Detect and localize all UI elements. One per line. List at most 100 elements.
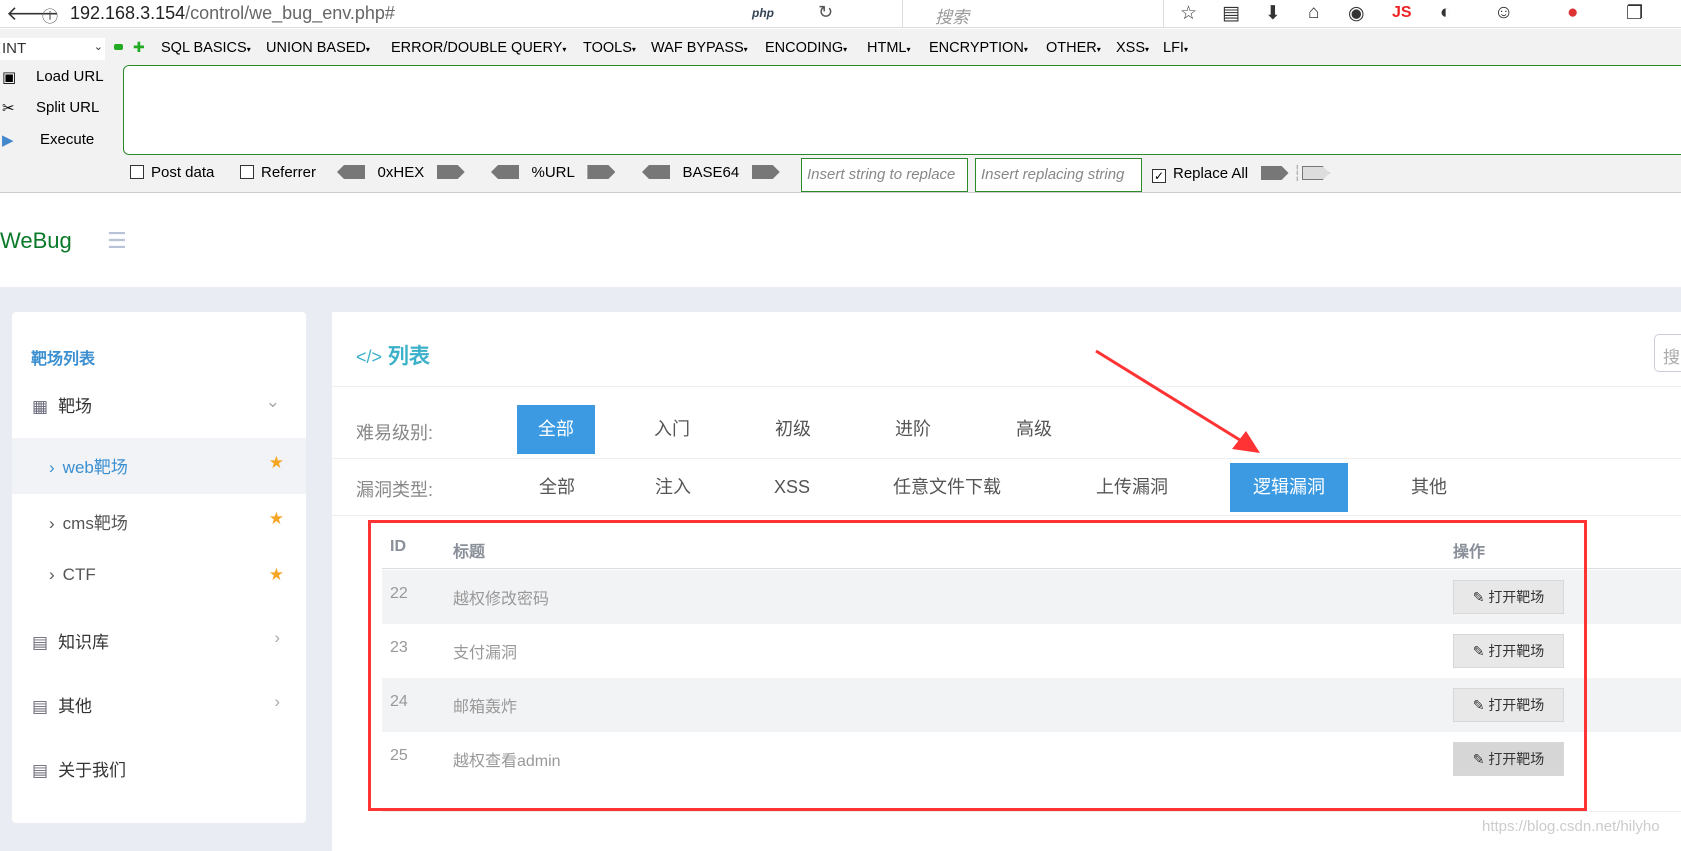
referrer-checkbox[interactable]: Referrer	[240, 164, 316, 181]
menu-union-based[interactable]: UNION BASED▾	[266, 40, 370, 56]
load-icon: ▣	[2, 69, 17, 86]
url-encode-control[interactable]: %URL	[491, 164, 616, 181]
watermark: https://blog.csdn.net/hilyho	[1482, 818, 1660, 835]
sidebar-heading: 靶场列表	[31, 351, 96, 368]
load-url-button[interactable]: ▣ Load URL	[0, 68, 120, 86]
js-icon[interactable]: JS	[1392, 4, 1412, 22]
difficulty-beginner[interactable]: 入门	[637, 405, 707, 454]
menu-encoding[interactable]: ENCODING▾	[765, 40, 847, 56]
difficulty-advanced[interactable]: 进阶	[878, 405, 948, 454]
type-all[interactable]: 全部	[522, 463, 592, 512]
sidebar-item-cms[interactable]: › cms靶场 ★	[12, 494, 306, 550]
replace-arrow-icon	[1301, 166, 1330, 180]
menu-html[interactable]: HTML▾	[867, 40, 911, 56]
annotation-arrow-icon	[1095, 349, 1260, 453]
table-row: 24 邮箱轰炸 ✎ 打开靶场	[382, 678, 1681, 732]
menu-encryption[interactable]: ENCRYPTION▾	[929, 40, 1028, 56]
sidebar-item-ctf[interactable]: › CTF ★	[12, 550, 306, 606]
encoding-select[interactable]: INT ⌄	[0, 38, 105, 60]
reading-list-icon[interactable]: ▤	[1222, 2, 1240, 25]
menu-tools[interactable]: TOOLS▾	[583, 40, 636, 56]
open-range-button[interactable]: ✎ 打开靶场	[1453, 742, 1564, 776]
scissors-icon: ✂	[2, 100, 15, 117]
edit-icon: ✎	[1472, 589, 1485, 605]
decode-arrow-icon	[337, 165, 365, 179]
replace-all-checkbox[interactable]: ✓ Replace All ┆	[1152, 164, 1330, 183]
post-data-checkbox[interactable]: Post data	[130, 164, 214, 181]
type-file-download[interactable]: 任意文件下载	[882, 463, 1012, 512]
type-label: 漏洞类型:	[356, 480, 434, 500]
menu-lfi[interactable]: LFI▾	[1163, 40, 1188, 56]
menu-xss[interactable]: XSS▾	[1116, 40, 1149, 56]
extension-icon[interactable]: ◐	[1440, 2, 1451, 24]
type-logic[interactable]: 逻辑漏洞	[1230, 463, 1348, 512]
open-range-button[interactable]: ✎ 打开靶场	[1453, 580, 1564, 614]
difficulty-expert[interactable]: 高级	[999, 405, 1069, 454]
type-xss[interactable]: XSS	[757, 463, 827, 512]
chevron-right-icon: ›	[274, 628, 280, 647]
download-icon[interactable]: ⬇	[1265, 2, 1281, 25]
page-title: </> 列表	[356, 345, 430, 368]
split-url-button[interactable]: ✂ Split URL	[0, 99, 120, 117]
difficulty-junior[interactable]: 初级	[758, 405, 828, 454]
menu-other[interactable]: OTHER▾	[1046, 40, 1101, 56]
app-header	[0, 193, 1681, 287]
menu-waf-bypass[interactable]: WAF BYPASS▾	[651, 40, 748, 56]
reload-icon[interactable]: ↻	[818, 2, 833, 23]
sidebar-item-knowledge[interactable]: ▤ 知识库 ›	[12, 628, 306, 653]
search-input[interactable]: 搜索	[902, 0, 1164, 27]
home-icon[interactable]: ⌂	[1308, 2, 1319, 24]
minus-icon[interactable]	[114, 44, 123, 50]
decode-arrow-icon	[642, 165, 670, 179]
difficulty-all[interactable]: 全部	[517, 405, 595, 454]
open-range-button[interactable]: ✎ 打开靶场	[1453, 688, 1564, 722]
url-textarea[interactable]	[123, 65, 1681, 155]
hex-control[interactable]: 0xHEX	[337, 164, 465, 181]
info-icon[interactable]: ⓘ	[42, 3, 58, 27]
type-injection[interactable]: 注入	[638, 463, 708, 512]
browser-toolbar: 🡐 ⓘ 192.168.3.154/control/we_bug_env.php…	[0, 0, 1681, 28]
type-other[interactable]: 其他	[1394, 463, 1464, 512]
replacing-string-input[interactable]: Insert replacing string	[975, 158, 1142, 192]
addon-icon[interactable]: ◉	[1348, 2, 1365, 25]
plus-icon[interactable]: ✚	[133, 39, 145, 56]
window-icon[interactable]: ❐	[1626, 2, 1643, 25]
play-icon: ▶	[2, 132, 14, 149]
open-range-button[interactable]: ✎ 打开靶场	[1453, 634, 1564, 668]
star-icon: ★	[268, 453, 284, 472]
url-field[interactable]: 192.168.3.154/control/we_bug_env.php#	[70, 3, 395, 24]
sidebar: 靶场列表 ▦ 靶场 ⌄ › web靶场 ★ › cms靶场 ★ › CTF ★ ▤ 知识库 › ▤ 其…	[12, 312, 306, 823]
insert-string-input[interactable]: Insert string to replace	[801, 158, 968, 192]
star-icon: ★	[268, 565, 284, 584]
table-icon: ▦	[32, 397, 49, 416]
palette-icon[interactable]: ☺	[1494, 2, 1513, 24]
table-header: ID 标题 操作	[382, 536, 1681, 569]
sidebar-item-web[interactable]: › web靶场 ★	[12, 438, 306, 494]
star-icon: ★	[268, 509, 284, 528]
decode-arrow-icon	[491, 165, 519, 179]
base64-control[interactable]: BASE64	[642, 164, 780, 181]
menu-error-double-query[interactable]: ERROR/DOUBLE QUERY▾	[391, 40, 566, 56]
bookmark-star-icon[interactable]: ☆	[1180, 2, 1197, 25]
chevron-right-icon: ›	[49, 514, 55, 533]
edit-icon: ✎	[1472, 751, 1485, 767]
type-upload[interactable]: 上传漏洞	[1082, 463, 1182, 512]
encode-arrow-icon	[751, 165, 780, 179]
table-row: 23 支付漏洞 ✎ 打开靶场	[382, 624, 1681, 678]
logo[interactable]: WeBug	[0, 228, 72, 254]
chevron-right-icon: ›	[49, 565, 55, 584]
menu-sql-basics[interactable]: SQL BASICS▾	[161, 40, 251, 56]
sidebar-item-about[interactable]: ▤ 关于我们	[12, 756, 306, 781]
list-icon: ▤	[32, 697, 49, 716]
execute-button[interactable]: ▶ Execute	[0, 131, 120, 149]
code-icon: </>	[356, 347, 383, 367]
hackbar-icon[interactable]: ●	[1567, 2, 1578, 24]
edit-icon: ✎	[1472, 643, 1485, 659]
sidebar-item-other[interactable]: ▤ 其他 ›	[12, 692, 306, 717]
php-badge[interactable]: php	[752, 6, 774, 20]
search-input[interactable]: 搜	[1654, 334, 1681, 372]
sidebar-item-range[interactable]: ▦ 靶场 ⌄	[12, 392, 306, 417]
table-row: 22 越权修改密码 ✎ 打开靶场	[382, 570, 1681, 624]
difficulty-label: 难易级别:	[356, 423, 434, 443]
menu-toggle-icon[interactable]: ☰	[107, 228, 127, 254]
